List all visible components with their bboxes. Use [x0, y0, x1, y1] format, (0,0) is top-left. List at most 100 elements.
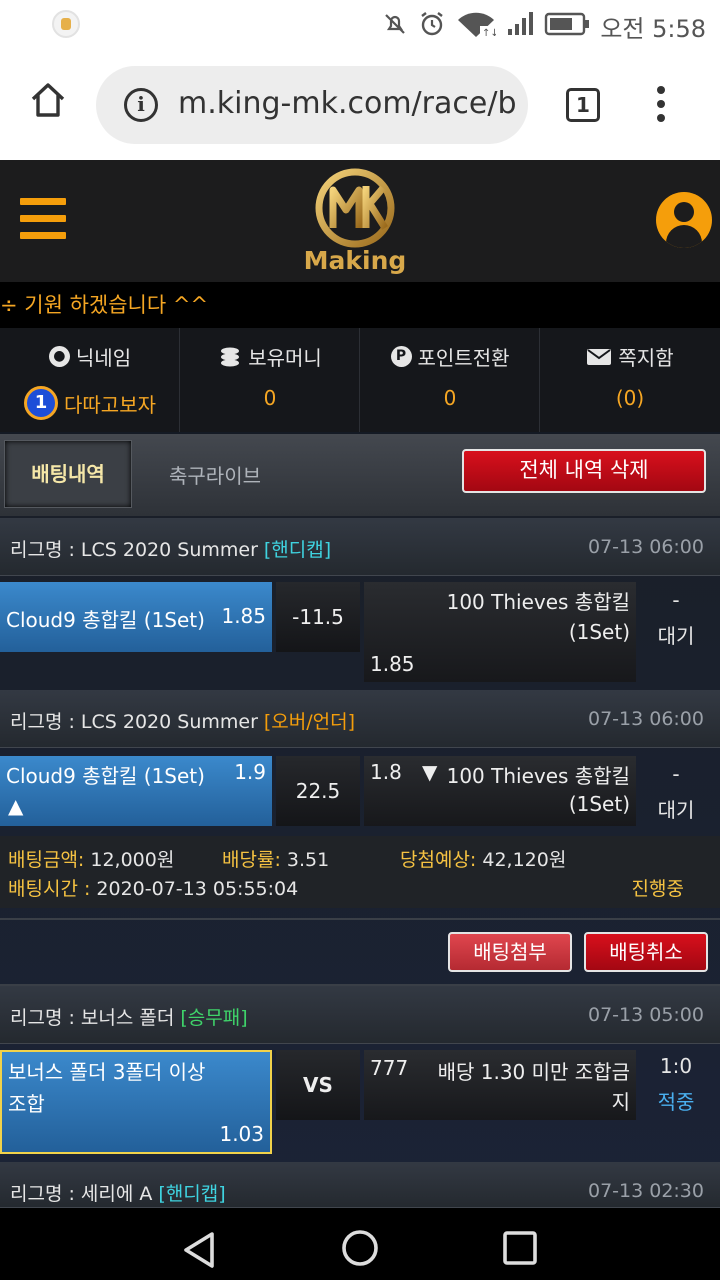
over-arrow-icon: ▲: [8, 794, 24, 818]
message-value: (0): [615, 386, 645, 410]
back-icon[interactable]: [180, 1230, 220, 1270]
message-column[interactable]: 쪽지함 (0): [540, 328, 720, 432]
bet-type-tag: [핸디캡]: [263, 539, 332, 561]
browser-toolbar: i m.king-mk.com/race/b 1: [0, 48, 720, 160]
status-dash: -: [672, 588, 680, 612]
selected-home-pick[interactable]: Cloud9 총합킬 (1Set) 1.85: [0, 582, 272, 652]
attach-bet-button[interactable]: 배팅첨부: [448, 932, 572, 972]
bonus-name: 보너스 폴더 3폴더 이상: [8, 1060, 206, 1084]
delete-all-button[interactable]: 전체 내역 삭제: [462, 449, 706, 493]
score: 1:0: [659, 1054, 693, 1078]
match-date: 07-13 05:00: [587, 1004, 704, 1026]
away-pick[interactable]: 777 배당 1.30 미만 조합금 지: [364, 1050, 636, 1120]
selected-over-pick[interactable]: Cloud9 총합킬 (1Set) 1.9 ▲: [0, 756, 272, 826]
bet-status: - 대기: [636, 762, 716, 823]
point-icon: P: [390, 346, 412, 367]
envelope-icon: [587, 348, 612, 365]
result-hit: 적중: [657, 1090, 695, 1114]
nickname-column: ● 닉네임 1 다따고보자: [0, 328, 180, 432]
money-value: 0: [263, 386, 277, 410]
rate-value: 3.51: [286, 849, 330, 871]
app-notification-icon: [52, 10, 80, 38]
away-odds: 1.8: [370, 760, 402, 784]
home-icon[interactable]: [28, 80, 68, 120]
expected-value: 42,120원: [482, 849, 567, 871]
bet-result: 1:0 적중: [636, 1054, 716, 1115]
match-date: 07-13 02:30: [587, 1180, 704, 1202]
away-name: 배당 1.30 미만 조합금: [437, 1060, 630, 1084]
user-icon[interactable]: [656, 192, 712, 248]
home-team-name: Cloud9 총합킬 (1Set): [6, 764, 205, 788]
menu-icon[interactable]: [20, 198, 66, 240]
under-arrow-icon: ▼: [422, 760, 438, 784]
away-team-name-line2: (1Set): [568, 620, 630, 644]
tab-switcher-button[interactable]: 1: [566, 88, 600, 122]
notice-ticker: ÷ 기원 하겠습니다 ^^: [0, 282, 720, 328]
rank-badge: 1: [24, 386, 58, 420]
status-text: 대기: [657, 624, 695, 648]
point-column[interactable]: P 포인트전환 0: [360, 328, 540, 432]
nickname-label: 닉네임: [75, 346, 132, 370]
rate-label: 배당률:: [222, 849, 281, 871]
away-odds: 777: [370, 1056, 409, 1080]
league-header: 리그명 : LCS 2020 Summer [핸디캡] 07-13 06:00: [0, 518, 720, 576]
vs-label: VS: [276, 1050, 360, 1120]
expected-label: 당첨예상:: [400, 849, 477, 871]
away-team-name: 100 Thieves 총합킬: [446, 764, 630, 788]
signal-icon: [508, 12, 533, 35]
status-dash: -: [672, 762, 680, 786]
tab-soccer-live[interactable]: 축구라이브: [140, 440, 290, 508]
league-name: 리그명 : 세리에 A: [10, 1183, 153, 1205]
site-info-icon[interactable]: i: [124, 88, 158, 122]
coins-icon: [221, 347, 240, 366]
point-label: 포인트전환: [417, 346, 510, 370]
amount-label: 배팅금액:: [8, 849, 85, 871]
bet-time-label: 배팅시간 :: [8, 878, 91, 900]
bet-type-tag: [오버/언더]: [263, 711, 356, 733]
address-bar[interactable]: i m.king-mk.com/race/b: [96, 66, 528, 144]
message-label: 쪽지함: [618, 346, 674, 370]
cancel-bet-button[interactable]: 배팅취소: [584, 932, 708, 972]
svg-text:↑↓: ↑↓: [482, 28, 496, 38]
bonus-name-line2: 조합: [8, 1092, 45, 1116]
away-team-name-line2: (1Set): [568, 792, 630, 816]
bet-summary: 배팅금액: 12,000원 배당률: 3.51 당첨예상: 42,120원 배팅…: [0, 836, 720, 908]
league-header: 리그명 : 보너스 폴더 [승무패] 07-13 05:00: [0, 986, 720, 1044]
under-pick[interactable]: 1.8 ▼ 100 Thieves 총합킬 (1Set): [364, 756, 636, 826]
home-nav-icon[interactable]: [340, 1228, 380, 1268]
recents-icon[interactable]: [502, 1230, 538, 1266]
status-icons: ↑↓: [382, 10, 590, 38]
home-odds: 1.9: [234, 760, 266, 784]
match-date: 07-13 06:00: [587, 708, 704, 730]
tab-betting-history[interactable]: 배팅내역: [4, 440, 132, 508]
status-text: 대기: [657, 798, 695, 822]
handicap-value: -11.5: [276, 582, 360, 652]
money-label: 보유머니: [248, 346, 322, 370]
selected-bonus-pick[interactable]: 보너스 폴더 3폴더 이상 조합 1.03: [0, 1050, 272, 1154]
total-line-value: 22.5: [276, 756, 360, 826]
bonus-odds: 1.03: [219, 1122, 264, 1146]
home-team-name: Cloud9 총합킬 (1Set): [6, 608, 205, 632]
browser-menu-icon[interactable]: [656, 86, 666, 126]
bet-time-value: 2020-07-13 05:55:04: [96, 878, 299, 900]
notification-muted-icon: [385, 14, 405, 34]
bet-type-tag: [핸디캡]: [158, 1183, 226, 1205]
status-time: 오전 5:58: [600, 15, 706, 43]
home-odds: 1.85: [221, 604, 266, 628]
android-nav-bar: [0, 1208, 720, 1280]
point-value: 0: [443, 386, 457, 410]
divider: [0, 918, 720, 920]
away-odds: 1.85: [370, 652, 415, 676]
battery-icon: [544, 12, 589, 36]
progress-status: 진행중: [631, 878, 684, 900]
away-pick[interactable]: 100 Thieves 총합킬 (1Set) 1.85: [364, 582, 636, 682]
url-text[interactable]: m.king-mk.com/race/b: [178, 86, 516, 121]
money-column[interactable]: 보유머니 0: [180, 328, 360, 432]
league-name: 리그명 : LCS 2020 Summer: [10, 539, 258, 561]
amount-value: 12,000원: [90, 849, 175, 871]
user-circle-icon: ●: [48, 346, 70, 367]
league-name: 리그명 : 보너스 폴더: [10, 1007, 175, 1029]
wifi-icon: ↑↓: [458, 12, 496, 38]
league-header: 리그명 : 세리에 A [핸디캡] 07-13 02:30: [0, 1162, 720, 1208]
alarm-icon: [421, 12, 443, 36]
